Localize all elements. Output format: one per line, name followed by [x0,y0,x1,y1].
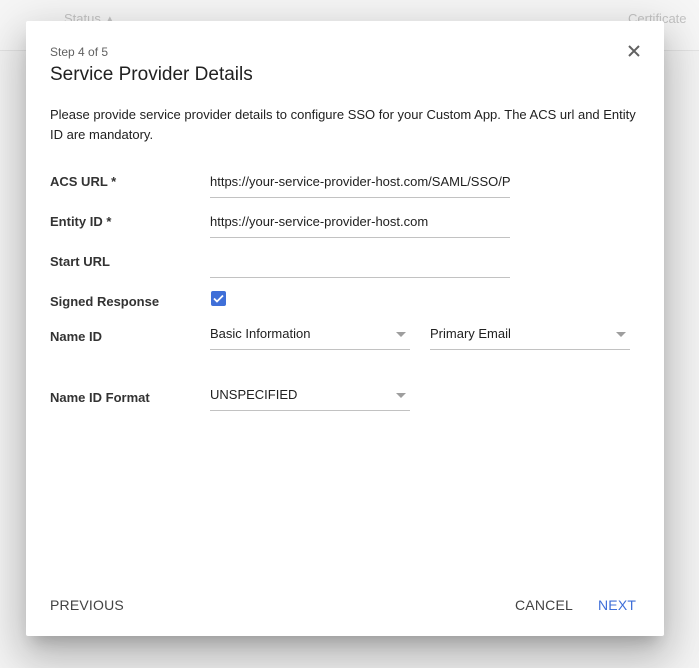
step-indicator: Step 4 of 5 [50,45,109,59]
cancel-button[interactable]: CANCEL [515,597,573,613]
next-button[interactable]: NEXT [598,597,636,613]
name-id-label: Name ID [50,329,103,344]
signed-response-label: Signed Response [50,294,160,309]
start-url-input[interactable] [210,249,510,273]
checkmark-icon [213,294,224,303]
dialog-title: Service Provider Details [50,64,253,85]
signed-response-checkbox[interactable] [211,291,226,306]
entity-id-field-container [210,209,510,238]
entity-id-label: Entity ID * [50,214,112,229]
start-url-label: Start URL [50,254,110,269]
dropdown-arrow-icon [616,332,626,337]
name-id-format-select[interactable]: UNSPECIFIED [210,382,410,411]
name-id-category-value: Basic Information [210,326,311,341]
name-id-format-label: Name ID Format [50,390,150,405]
service-provider-dialog: Step 4 of 5 Service Provider Details Ple… [26,21,664,636]
acs-url-input[interactable] [210,169,510,193]
dropdown-arrow-icon [396,393,406,398]
close-icon [628,45,640,57]
dialog-description: Please provide service provider details … [50,107,636,142]
name-id-category-select[interactable]: Basic Information [210,321,410,350]
name-id-format-value: UNSPECIFIED [210,387,298,402]
acs-url-field-container [210,169,510,198]
acs-url-label: ACS URL * [50,174,117,189]
name-id-attribute-value: Primary Email [430,326,511,341]
start-url-field-container [210,249,510,278]
name-id-attribute-select[interactable]: Primary Email [430,321,630,350]
entity-id-input[interactable] [210,209,510,233]
dropdown-arrow-icon [396,332,406,337]
close-button[interactable] [624,41,644,61]
previous-button[interactable]: PREVIOUS [50,597,124,613]
